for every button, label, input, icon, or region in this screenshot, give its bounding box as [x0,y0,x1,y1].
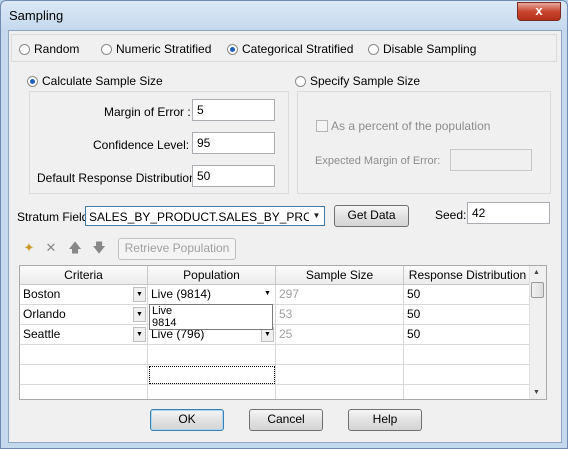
default-response-distribution-label: Default Response Distribution: [37,171,200,185]
header-population[interactable]: Population [148,266,276,285]
percent-of-population-checkbox[interactable] [316,120,328,132]
table-row-empty[interactable] [276,345,404,365]
stratum-field-label: Stratum Field: [17,210,92,224]
header-criteria[interactable]: Criteria [20,266,148,285]
radio-disable-sampling-label: Disable Sampling [383,42,477,56]
confidence-level-label: Confidence Level: [93,138,190,152]
radio-specify-sample-size[interactable] [295,76,306,87]
radio-calculate-sample-size[interactable] [27,76,38,87]
criteria-value: Orlando [23,307,66,321]
get-data-button[interactable]: Get Data [334,205,409,227]
stratum-field-value: SALES_BY_PRODUCT.SALES_BY_PRODUCT [89,210,309,224]
window-title: Sampling [9,8,64,23]
specify-sample-size-label: Specify Sample Size [310,74,421,88]
radio-random[interactable] [19,44,30,55]
table-row-response[interactable]: 50 [404,305,532,325]
criteria-value: Boston [23,287,61,301]
table-row-empty[interactable] [20,365,148,385]
population-popup-line: 9814 [152,317,177,329]
header-sample-size[interactable]: Sample Size [276,266,404,285]
confidence-level-input[interactable]: 95 [192,132,275,154]
radio-numeric-stratified[interactable] [101,44,112,55]
specify-group [297,91,551,194]
margin-of-error-label: Margin of Error : [104,105,191,119]
criteria-value: Seattle [23,327,61,341]
chevron-down-icon[interactable]: ▼ [133,327,146,342]
new-row-icon[interactable]: ✦ [21,240,37,256]
table-row-sample-size: 297 [276,285,404,305]
seed-input[interactable]: 42 [467,202,550,224]
expected-margin-label: Expected Margin of Error: [315,155,441,167]
table-row-criteria[interactable]: Orlando ▼ [20,305,148,325]
chevron-down-icon[interactable]: ▼ [133,287,146,302]
radio-random-label: Random [34,42,80,56]
title-bar[interactable]: Sampling x [1,1,567,29]
retrieve-population-button[interactable]: Retrieve Population [118,238,236,260]
radio-categorical-stratified[interactable] [227,44,238,55]
calculate-sample-size-label: Calculate Sample Size [42,74,163,88]
dialog-body: Random Numeric Stratified Categorical St… [8,30,562,443]
table-row-empty[interactable] [148,345,276,365]
cancel-button[interactable]: Cancel [249,409,323,431]
strata-grid: Criteria Population Sample Size Response… [19,265,547,400]
chevron-down-icon[interactable]: ▼ [133,307,146,322]
ok-button[interactable]: OK [150,409,224,431]
table-row-population[interactable]: Live (9814) ▼ [148,285,276,305]
table-row-empty[interactable] [20,345,148,365]
percent-of-population-label: As a percent of the population [331,119,491,133]
expected-margin-input[interactable] [450,149,532,171]
close-icon: x [535,3,543,18]
header-response-distribution[interactable]: Response Distribution [404,266,532,285]
table-row-empty[interactable] [276,385,404,399]
radio-categorical-stratified-label: Categorical Stratified [242,42,354,56]
table-row-empty[interactable] [404,365,532,385]
table-row-focused-cell[interactable] [148,365,276,385]
arrow-up-icon[interactable]: 🡅 [67,240,83,256]
table-row-empty[interactable] [20,385,148,399]
help-button[interactable]: Help [348,409,422,431]
delete-icon[interactable]: ✕ [43,240,59,256]
seed-label: Seed: [435,208,467,222]
chevron-down-icon[interactable]: ▼ [261,287,274,302]
scroll-down-icon[interactable]: ▼ [533,389,540,396]
table-row-response[interactable]: 50 [404,285,532,305]
table-row-empty[interactable] [404,385,532,399]
table-row-response[interactable]: 50 [404,325,532,345]
scroll-up-icon[interactable]: ▲ [533,269,540,276]
stratum-field-select[interactable]: SALES_BY_PRODUCT.SALES_BY_PRODUCT ▼ [85,206,325,226]
radio-disable-sampling[interactable] [368,44,379,55]
population-popup-line: Live [152,305,173,317]
grid-scrollbar[interactable]: ▲ ▼ [529,266,546,399]
scroll-thumb[interactable] [531,282,544,298]
sampling-mode-group: Random Numeric Stratified Categorical St… [11,34,557,62]
chevron-down-icon: ▼ [312,211,321,220]
sampling-dialog: Sampling x Random Numeric Stratified Cat… [0,0,568,449]
radio-numeric-stratified-label: Numeric Stratified [116,42,212,56]
population-value: Live (9814) [151,287,212,301]
margin-of-error-input[interactable]: 5 [192,99,275,121]
table-row-sample-size: 53 [276,305,404,325]
table-row-criteria[interactable]: Boston ▼ [20,285,148,305]
arrow-down-icon[interactable]: 🡇 [91,240,107,256]
close-button[interactable]: x [517,2,561,21]
population-dropdown-popup[interactable]: Live 9814 [149,304,273,330]
table-row-empty[interactable] [148,385,276,399]
table-row-sample-size: 25 [276,325,404,345]
table-row-empty[interactable] [276,365,404,385]
table-row-criteria[interactable]: Seattle ▼ [20,325,148,345]
default-response-distribution-input[interactable]: 50 [192,165,275,187]
table-row-empty[interactable] [404,345,532,365]
